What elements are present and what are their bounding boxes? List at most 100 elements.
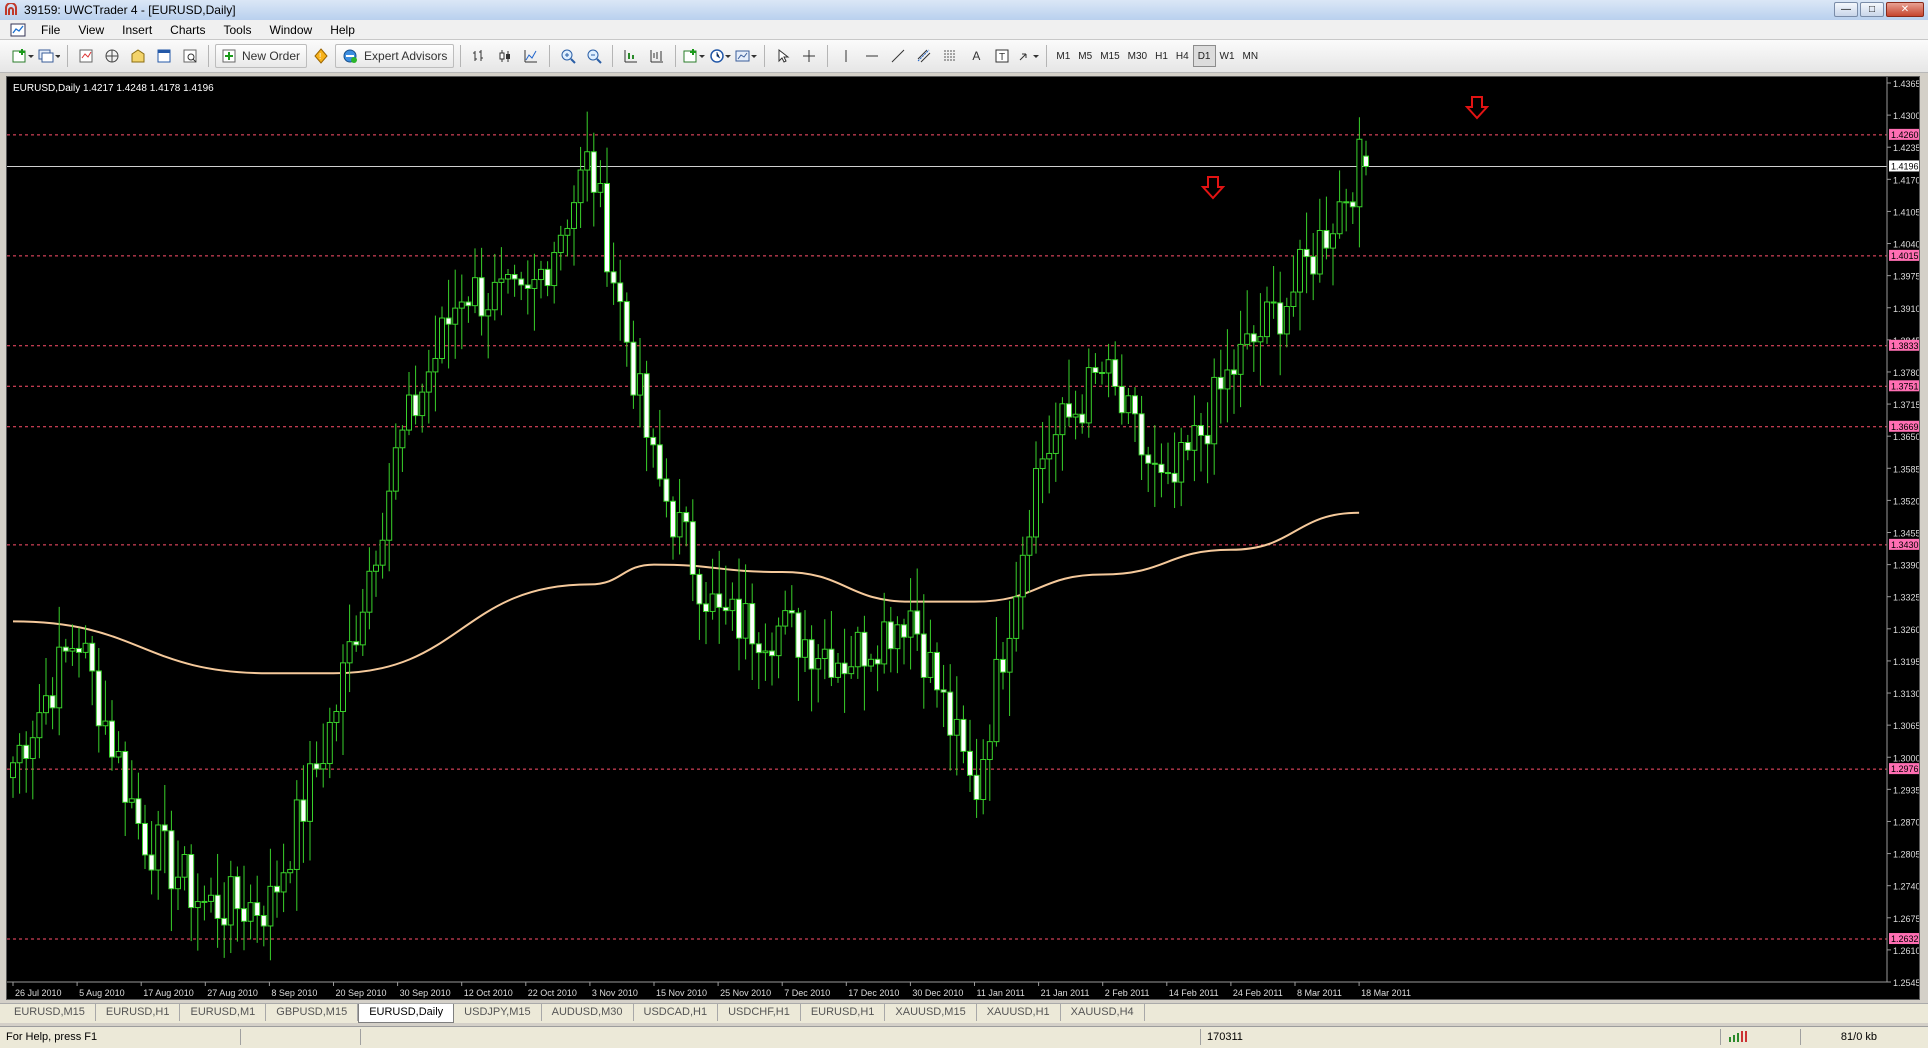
terminal-icon[interactable] [126, 44, 150, 68]
price-tick-label: 1.3325 [1893, 593, 1919, 603]
candle-body [1257, 336, 1264, 343]
timeframe-mn[interactable]: MN [1239, 46, 1263, 66]
tab-xauusd-m15[interactable]: XAUUSD,M15 [885, 1004, 977, 1021]
tab-eurusd-h1[interactable]: EURUSD,H1 [96, 1004, 181, 1021]
chart-canvas[interactable]: 1.4365 1.4300 1.4235 1.4170 1.4105 1.4040 1.39… [7, 77, 1919, 999]
date-tick-label: 18 Mar 2011 [1361, 988, 1411, 998]
tab-audusd-m30[interactable]: AUDUSD,M30 [542, 1004, 634, 1021]
tab-usdcad-h1[interactable]: USDCAD,H1 [634, 1004, 719, 1021]
candle-body [1290, 291, 1297, 307]
expert-advisors-button[interactable]: Expert Advisors [335, 44, 455, 68]
candle-body [1145, 454, 1152, 464]
price-tick-label: 1.2675 [1893, 914, 1919, 924]
tab-eurusd-h1-2[interactable]: EURUSD,H1 [801, 1004, 886, 1021]
timeframe-m1[interactable]: M1 [1052, 46, 1074, 66]
close-button[interactable]: ✕ [1886, 2, 1924, 17]
navigator-icon[interactable] [100, 44, 124, 68]
cursor-icon[interactable] [771, 44, 795, 68]
indicators-icon[interactable] [682, 44, 706, 68]
candle-body [835, 662, 841, 678]
vertical-line-icon[interactable] [834, 44, 858, 68]
chart-window[interactable]: 1.4365 1.4300 1.4235 1.4170 1.4105 1.4040 1.39… [6, 76, 1920, 1000]
candle-body [62, 646, 69, 652]
price-tick-label: 1.3715 [1893, 400, 1919, 410]
trendline-icon[interactable] [886, 44, 910, 68]
tab-gbpusd-m15[interactable]: GBPUSD,M15 [266, 1004, 359, 1021]
timeframe-m30[interactable]: M30 [1124, 46, 1151, 66]
zoom-out-icon[interactable] [582, 44, 606, 68]
toolbar-separator [549, 45, 551, 67]
arrows-icon[interactable] [1016, 44, 1040, 68]
menu-window[interactable]: Window [261, 20, 322, 40]
timeframe-d1[interactable]: D1 [1192, 45, 1216, 67]
horizontal-line-icon[interactable] [860, 44, 884, 68]
timeframe-m15[interactable]: M15 [1096, 46, 1123, 66]
candle-body [795, 612, 802, 658]
equidistant-channel-icon[interactable] [912, 44, 936, 68]
candle-body [175, 876, 181, 890]
candle-body [313, 763, 320, 770]
candle-body [696, 573, 703, 605]
text-icon[interactable]: A [964, 44, 988, 68]
candle-body [392, 447, 399, 492]
date-tick-label: 2 Feb 2011 [1105, 988, 1150, 998]
candle-body [676, 512, 683, 538]
date-tick-label: 8 Sep 2010 [271, 988, 317, 998]
tab-usdjpy-m15[interactable]: USDJPY,M15 [454, 1004, 542, 1021]
bar-chart-icon[interactable] [467, 44, 491, 68]
market-watch-icon[interactable] [74, 44, 98, 68]
new-chart-icon[interactable] [11, 44, 35, 68]
maximize-button[interactable]: □ [1860, 2, 1884, 17]
menu-charts[interactable]: Charts [161, 20, 214, 40]
connection-status-icon [1720, 1029, 1763, 1045]
text-label-icon[interactable]: T [990, 44, 1014, 68]
date-tick-label: 8 Mar 2011 [1297, 988, 1342, 998]
auto-scroll-icon[interactable] [619, 44, 643, 68]
candle-body [399, 429, 406, 449]
tab-eurusd-m1[interactable]: EURUSD,M1 [180, 1004, 267, 1021]
menu-tools[interactable]: Tools [215, 20, 261, 40]
timeframe-h4[interactable]: H4 [1172, 46, 1193, 66]
chart-document-icon[interactable] [10, 23, 26, 37]
menu-view[interactable]: View [69, 20, 113, 40]
tab-eurusd-m15[interactable]: EURUSD,M15 [4, 1004, 96, 1021]
history-center-icon[interactable] [178, 44, 202, 68]
fibonacci-icon[interactable] [938, 44, 962, 68]
candle-body [1059, 403, 1066, 436]
candle-body [241, 908, 247, 922]
candle-body [716, 593, 723, 608]
menu-help[interactable]: Help [321, 20, 364, 40]
candle-body [577, 169, 584, 204]
date-tick-label: 7 Dec 2010 [784, 988, 830, 998]
periods-icon[interactable] [708, 44, 732, 68]
strategy-tester-icon[interactable] [152, 44, 176, 68]
crosshair-icon[interactable] [797, 44, 821, 68]
candle-body [703, 603, 709, 612]
candle-body [722, 606, 729, 612]
timeframe-h1[interactable]: H1 [1151, 46, 1172, 66]
candle-body [1297, 248, 1303, 293]
price-tick-label: 1.3910 [1893, 304, 1919, 314]
candle-body [340, 662, 346, 712]
zoom-in-icon[interactable] [556, 44, 580, 68]
tab-usdchf-h1[interactable]: USDCHF,H1 [718, 1004, 801, 1021]
menu-file[interactable]: File [32, 20, 69, 40]
tab-eurusd-daily[interactable]: EURUSD,Daily [358, 1004, 455, 1023]
metaeditor-icon[interactable]: ! [309, 44, 333, 68]
menu-insert[interactable]: Insert [113, 20, 161, 40]
price-tick-label: 1.3455 [1893, 529, 1919, 539]
tab-xauusd-h4[interactable]: XAUUSD,H4 [1061, 1004, 1145, 1021]
timeframe-m5[interactable]: M5 [1074, 46, 1096, 66]
candle-body [1026, 536, 1033, 556]
tab-xauusd-h1[interactable]: XAUUSD,H1 [977, 1004, 1061, 1021]
new-order-button[interactable]: New Order [215, 44, 308, 68]
candle-body [1343, 201, 1350, 204]
minimize-button[interactable]: — [1834, 2, 1858, 17]
templates-icon[interactable] [734, 44, 758, 68]
profiles-icon[interactable] [37, 44, 61, 68]
timeframe-w1[interactable]: W1 [1216, 46, 1239, 66]
chart-shift-icon[interactable] [645, 44, 669, 68]
candlestick-icon[interactable] [493, 44, 517, 68]
candle-body [161, 824, 168, 832]
line-chart-icon[interactable] [519, 44, 543, 68]
